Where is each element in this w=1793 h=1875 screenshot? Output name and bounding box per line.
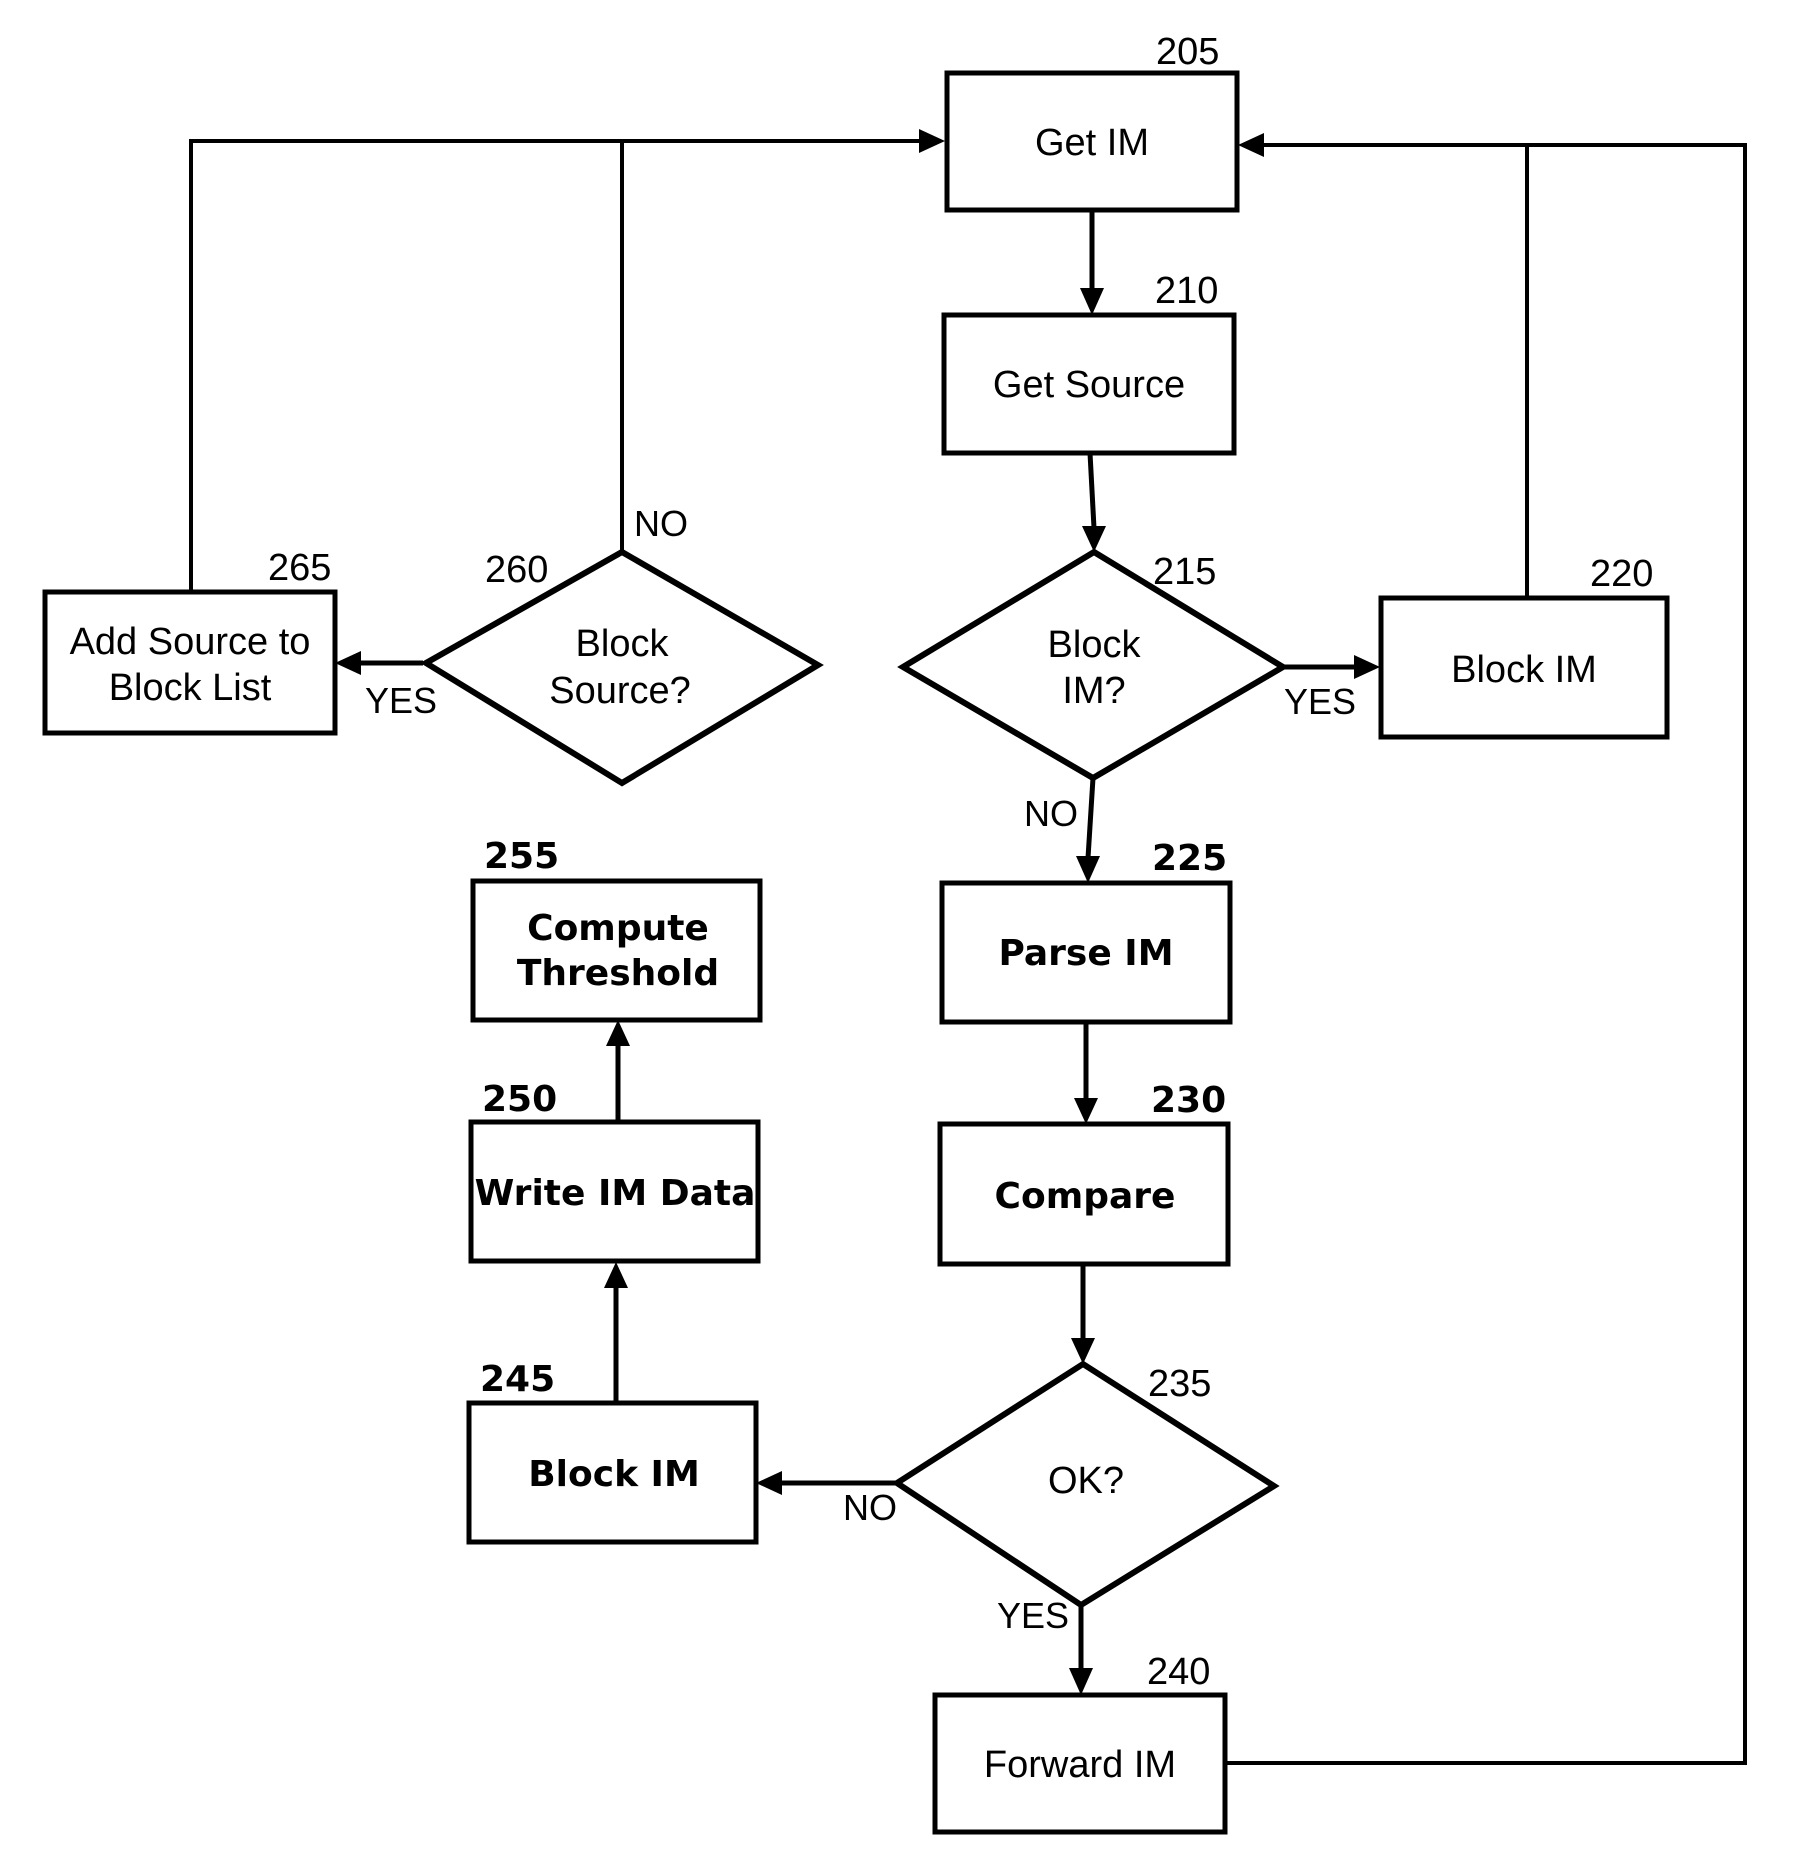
node-220: Block IM 220 <box>1378 553 1670 740</box>
arrowhead-left-icon <box>1238 133 1264 157</box>
node-250: Write IM Data 250 <box>468 1079 761 1264</box>
edge-210-215 <box>1087 452 1097 529</box>
ref-number: 245 <box>480 1359 555 1400</box>
branch-label-no-215: NO <box>1024 793 1078 834</box>
branch-label-yes-235: YES <box>997 1595 1069 1636</box>
node-label: Get Source <box>993 364 1185 406</box>
ref-number: 260 <box>485 549 548 591</box>
node-215: Block IM? 215 <box>897 548 1289 782</box>
node-205: Get IM 205 <box>944 31 1240 213</box>
flowchart-diagram: Get IM 205 Get Source 210 Block IM? 215 … <box>42 31 1747 1835</box>
node-260: Block Source? 260 <box>420 548 824 787</box>
ref-number: 225 <box>1152 838 1227 879</box>
arrowhead-down-icon <box>1080 288 1104 315</box>
ref-number: 265 <box>268 547 331 589</box>
ref-number: 235 <box>1148 1363 1211 1405</box>
node-label: IM? <box>1062 670 1125 712</box>
branch-label-no-260: NO <box>634 503 688 544</box>
node-label: Block IM <box>1451 649 1597 691</box>
arrowhead-left-icon <box>756 1471 782 1495</box>
node-label: Source? <box>549 670 691 712</box>
arrowhead-down-icon <box>1071 1338 1095 1364</box>
ref-number: 220 <box>1590 553 1653 595</box>
branch-label-yes-215: YES <box>1284 681 1356 722</box>
node-label: Add Source to <box>70 621 311 663</box>
ref-number: 255 <box>484 836 559 877</box>
arrowhead-down-icon <box>1074 1098 1098 1124</box>
node-label: Get IM <box>1035 122 1149 164</box>
branch-label-yes-260: YES <box>365 680 437 721</box>
node-245: Block IM 245 <box>466 1359 759 1545</box>
arrowhead-down-icon <box>1082 526 1106 552</box>
node-label: Block <box>1048 624 1142 666</box>
edge-240-205 <box>1225 143 1747 1765</box>
node-255: Compute Threshold 255 <box>470 836 763 1023</box>
ref-number: 250 <box>482 1079 557 1120</box>
ref-number: 230 <box>1151 1080 1226 1121</box>
ref-number: 205 <box>1156 31 1219 73</box>
arrowhead-down-icon <box>1069 1668 1093 1695</box>
node-label: Block List <box>109 667 272 709</box>
edge-215-225 <box>1085 777 1096 859</box>
node-label: Block <box>576 623 670 665</box>
node-label: Forward IM <box>984 1744 1176 1786</box>
arrowhead-down-icon <box>1076 856 1100 883</box>
node-label: Threshold <box>517 953 719 994</box>
arrowhead-left-icon <box>335 651 361 675</box>
ref-number: 210 <box>1155 270 1218 312</box>
node-label: Write IM Data <box>475 1173 756 1214</box>
branch-label-no-235: NO <box>843 1487 897 1528</box>
arrowhead-up-icon <box>604 1262 628 1288</box>
ref-number: 215 <box>1153 551 1216 593</box>
process-box <box>470 878 763 1023</box>
node-label: Block IM <box>528 1454 700 1495</box>
node-label: Compute <box>527 908 709 949</box>
node-label: Compare <box>995 1176 1176 1217</box>
node-label: OK? <box>1048 1460 1124 1502</box>
node-label: Parse IM <box>998 933 1173 974</box>
ref-number: 240 <box>1147 1651 1210 1693</box>
arrowhead-right-icon <box>1354 655 1380 679</box>
arrowhead-up-icon <box>606 1020 630 1046</box>
arrowhead-right-icon <box>919 129 945 153</box>
node-235: OK? 235 <box>891 1360 1280 1609</box>
